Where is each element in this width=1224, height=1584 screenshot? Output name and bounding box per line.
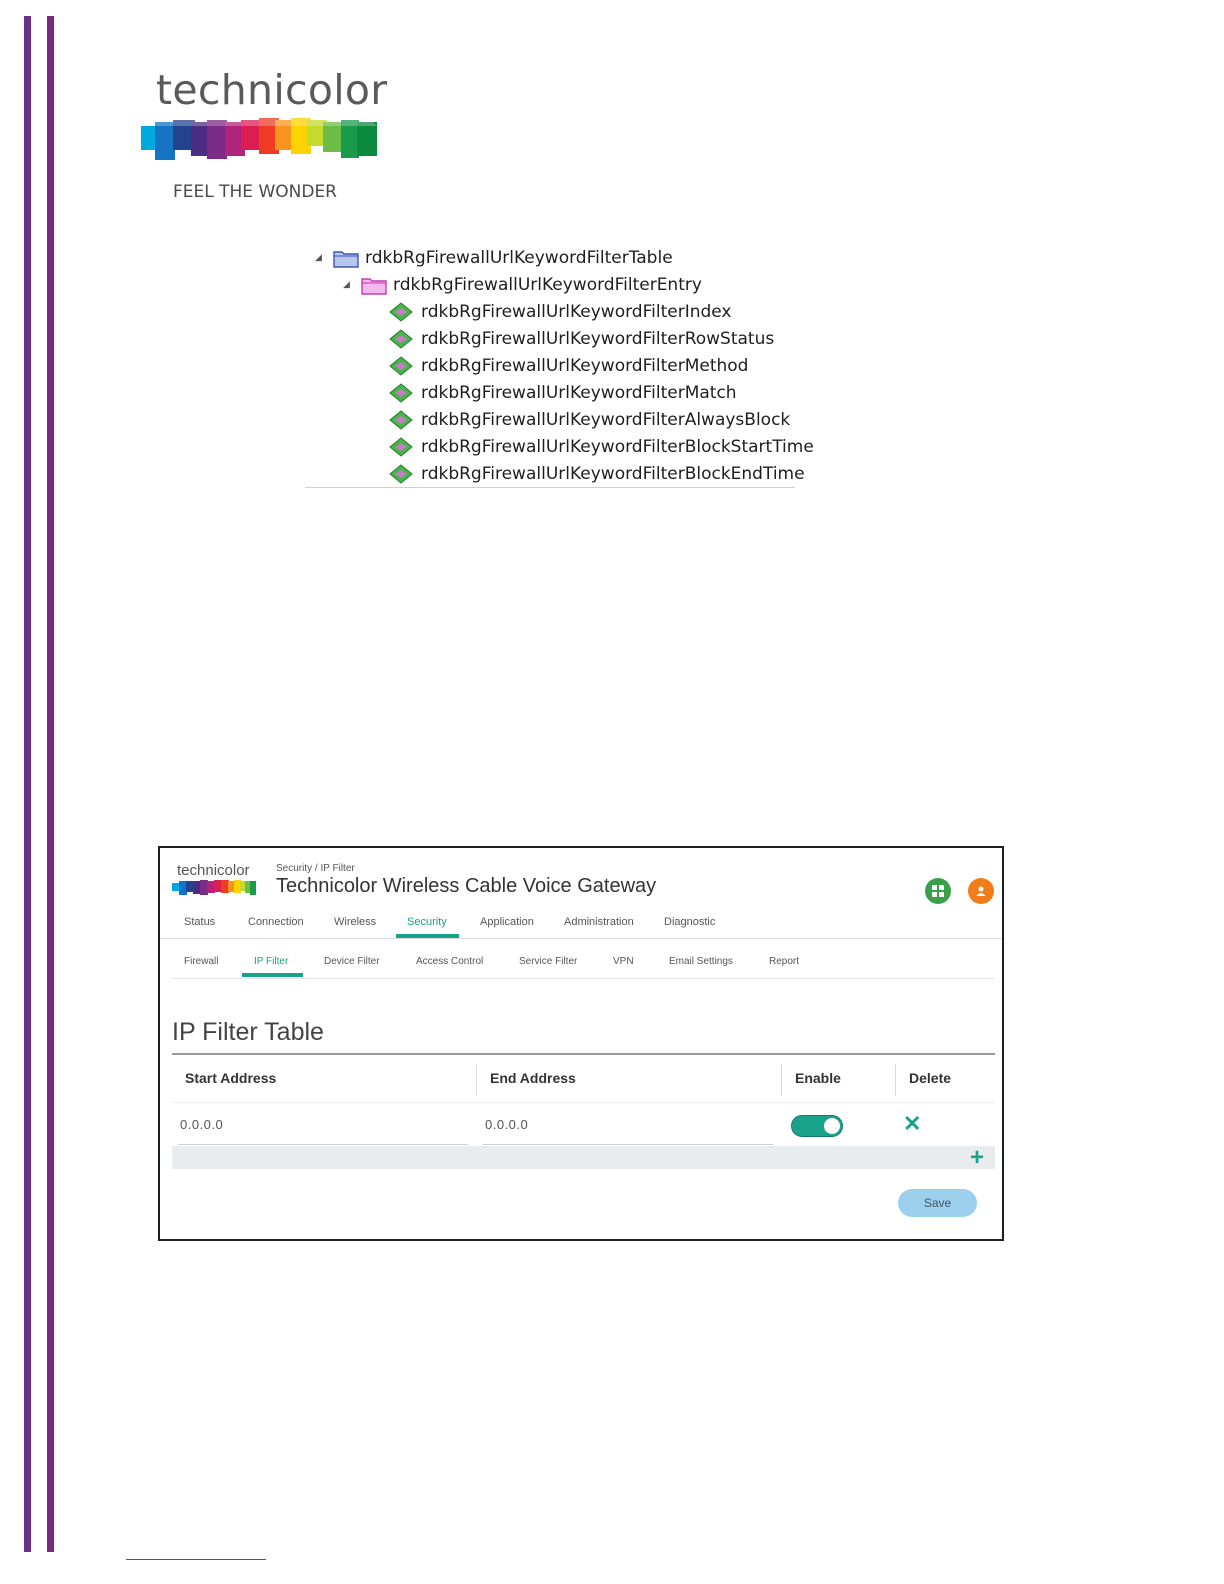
mib-leaf-icon	[389, 463, 413, 484]
nav-application[interactable]: Application	[480, 916, 534, 928]
start-address-field[interactable]: 0.0.0.0	[180, 1117, 223, 1132]
apps-grid-button[interactable]	[925, 878, 951, 904]
nav-status[interactable]: Status	[184, 916, 215, 928]
subnav-vpn[interactable]: VPN	[613, 956, 634, 967]
tree-label-entry: rdkbRgFirewallUrlKeywordFilterEntry	[393, 274, 702, 295]
nav-connection[interactable]: Connection	[248, 916, 304, 928]
column-header-delete: Delete	[909, 1070, 952, 1086]
tree-leaf-label: rdkbRgFirewallUrlKeywordFilterRowStatus	[421, 328, 775, 349]
breadcrumb: Security / IP Filter	[276, 863, 355, 874]
tree-leaf-label: rdkbRgFirewallUrlKeywordFilterBlockStart…	[421, 436, 814, 457]
mib-leaf-icon	[389, 328, 413, 349]
column-header-start-address: Start Address	[185, 1070, 277, 1086]
add-row-icon[interactable]: +	[970, 1146, 984, 1170]
enable-toggle[interactable]	[791, 1115, 843, 1137]
user-icon	[976, 886, 986, 896]
gateway-logo-wordmark: technicolor	[177, 862, 250, 879]
user-account-button[interactable]	[968, 878, 994, 904]
end-address-underline	[483, 1144, 773, 1145]
tree-leaf[interactable]: rdkbRgFirewallUrlKeywordFilterIndex	[389, 298, 732, 325]
tree-leaf[interactable]: rdkbRgFirewallUrlKeywordFilterBlockEndTi…	[389, 460, 805, 487]
sub-nav: Firewall IP Filter Device Filter Access …	[172, 946, 995, 979]
tree-leaf[interactable]: rdkbRgFirewallUrlKeywordFilterRowStatus	[389, 325, 774, 352]
mib-leaf-icon	[389, 409, 413, 430]
technicolor-rainbow-logo	[141, 118, 377, 160]
tagline: FEEL THE WONDER	[173, 182, 337, 202]
section-title: IP Filter Table	[172, 1018, 324, 1046]
grid-icon	[932, 885, 944, 897]
column-header-end-address: End Address	[490, 1070, 576, 1086]
tree-leaf-label: rdkbRgFirewallUrlKeywordFilterIndex	[421, 301, 732, 322]
nav-active-indicator	[396, 934, 459, 938]
tree-node-entry[interactable]: ◢ rdkbRgFirewallUrlKeywordFilterEntry	[343, 271, 702, 298]
left-margin-bar-outer	[24, 16, 31, 1552]
start-address-underline	[178, 1144, 468, 1145]
subnav-service-filter[interactable]: Service Filter	[519, 956, 577, 967]
tree-node-table[interactable]: ◢ rdkbRgFirewallUrlKeywordFilterTable	[315, 244, 673, 271]
subnav-ip-filter[interactable]: IP Filter	[254, 956, 288, 967]
column-header-enable: Enable	[795, 1070, 841, 1086]
page-title: Technicolor Wireless Cable Voice Gateway	[276, 875, 657, 897]
collapse-triangle-icon[interactable]: ◢	[315, 253, 325, 263]
left-margin-bar-inner	[47, 16, 54, 1552]
nav-security[interactable]: Security	[407, 916, 447, 928]
folder-icon	[333, 250, 359, 268]
mib-leaf-icon	[389, 355, 413, 376]
mib-leaf-icon	[389, 382, 413, 403]
gateway-screenshot: technicolor Security / IP Filter Technic…	[158, 846, 1004, 1241]
folder-icon	[361, 277, 387, 295]
tree-leaf[interactable]: rdkbRgFirewallUrlKeywordFilterBlockStart…	[389, 433, 814, 460]
subnav-firewall[interactable]: Firewall	[184, 956, 218, 967]
nav-wireless[interactable]: Wireless	[334, 916, 376, 928]
tree-leaf[interactable]: rdkbRgFirewallUrlKeywordFilterMatch	[389, 379, 737, 406]
section-divider	[172, 1053, 995, 1055]
header-divider	[172, 1102, 995, 1103]
tree-leaf[interactable]: rdkbRgFirewallUrlKeywordFilterAlwaysBloc…	[389, 406, 790, 433]
column-separator	[476, 1064, 477, 1096]
delete-row-icon[interactable]: ✕	[903, 1113, 921, 1135]
mib-tree: ◢ rdkbRgFirewallUrlKeywordFilterTable ◢ …	[305, 242, 814, 488]
subnav-report[interactable]: Report	[769, 956, 799, 967]
nav-diagnostic[interactable]: Diagnostic	[664, 916, 715, 928]
main-nav: Status Connection Wireless Security Appl…	[160, 908, 1002, 939]
tree-leaf-label: rdkbRgFirewallUrlKeywordFilterBlockEndTi…	[421, 463, 805, 484]
tree-leaf[interactable]: rdkbRgFirewallUrlKeywordFilterMethod	[389, 352, 748, 379]
column-separator	[895, 1064, 896, 1096]
end-address-field[interactable]: 0.0.0.0	[485, 1117, 528, 1132]
subnav-access-control[interactable]: Access Control	[416, 956, 483, 967]
toggle-knob	[824, 1118, 840, 1134]
gateway-rainbow-logo	[172, 880, 256, 895]
subnav-device-filter[interactable]: Device Filter	[324, 956, 380, 967]
tree-label-table: rdkbRgFirewallUrlKeywordFilterTable	[365, 247, 673, 268]
tree-leaf-label: rdkbRgFirewallUrlKeywordFilterAlwaysBloc…	[421, 409, 791, 430]
subnav-email-settings[interactable]: Email Settings	[669, 956, 733, 967]
subnav-active-indicator	[242, 973, 303, 977]
footnote-rule	[126, 1559, 266, 1560]
add-row-bar	[172, 1146, 995, 1169]
save-button[interactable]: Save	[898, 1189, 977, 1217]
technicolor-wordmark: technicolor	[156, 66, 388, 114]
column-separator	[781, 1064, 782, 1096]
tree-leaf-label: rdkbRgFirewallUrlKeywordFilterMatch	[421, 382, 737, 403]
mib-leaf-icon	[389, 436, 413, 457]
mib-leaf-icon	[389, 301, 413, 322]
collapse-triangle-icon[interactable]: ◢	[343, 280, 353, 290]
nav-administration[interactable]: Administration	[564, 916, 634, 928]
tree-leaf-label: rdkbRgFirewallUrlKeywordFilterMethod	[421, 355, 749, 376]
